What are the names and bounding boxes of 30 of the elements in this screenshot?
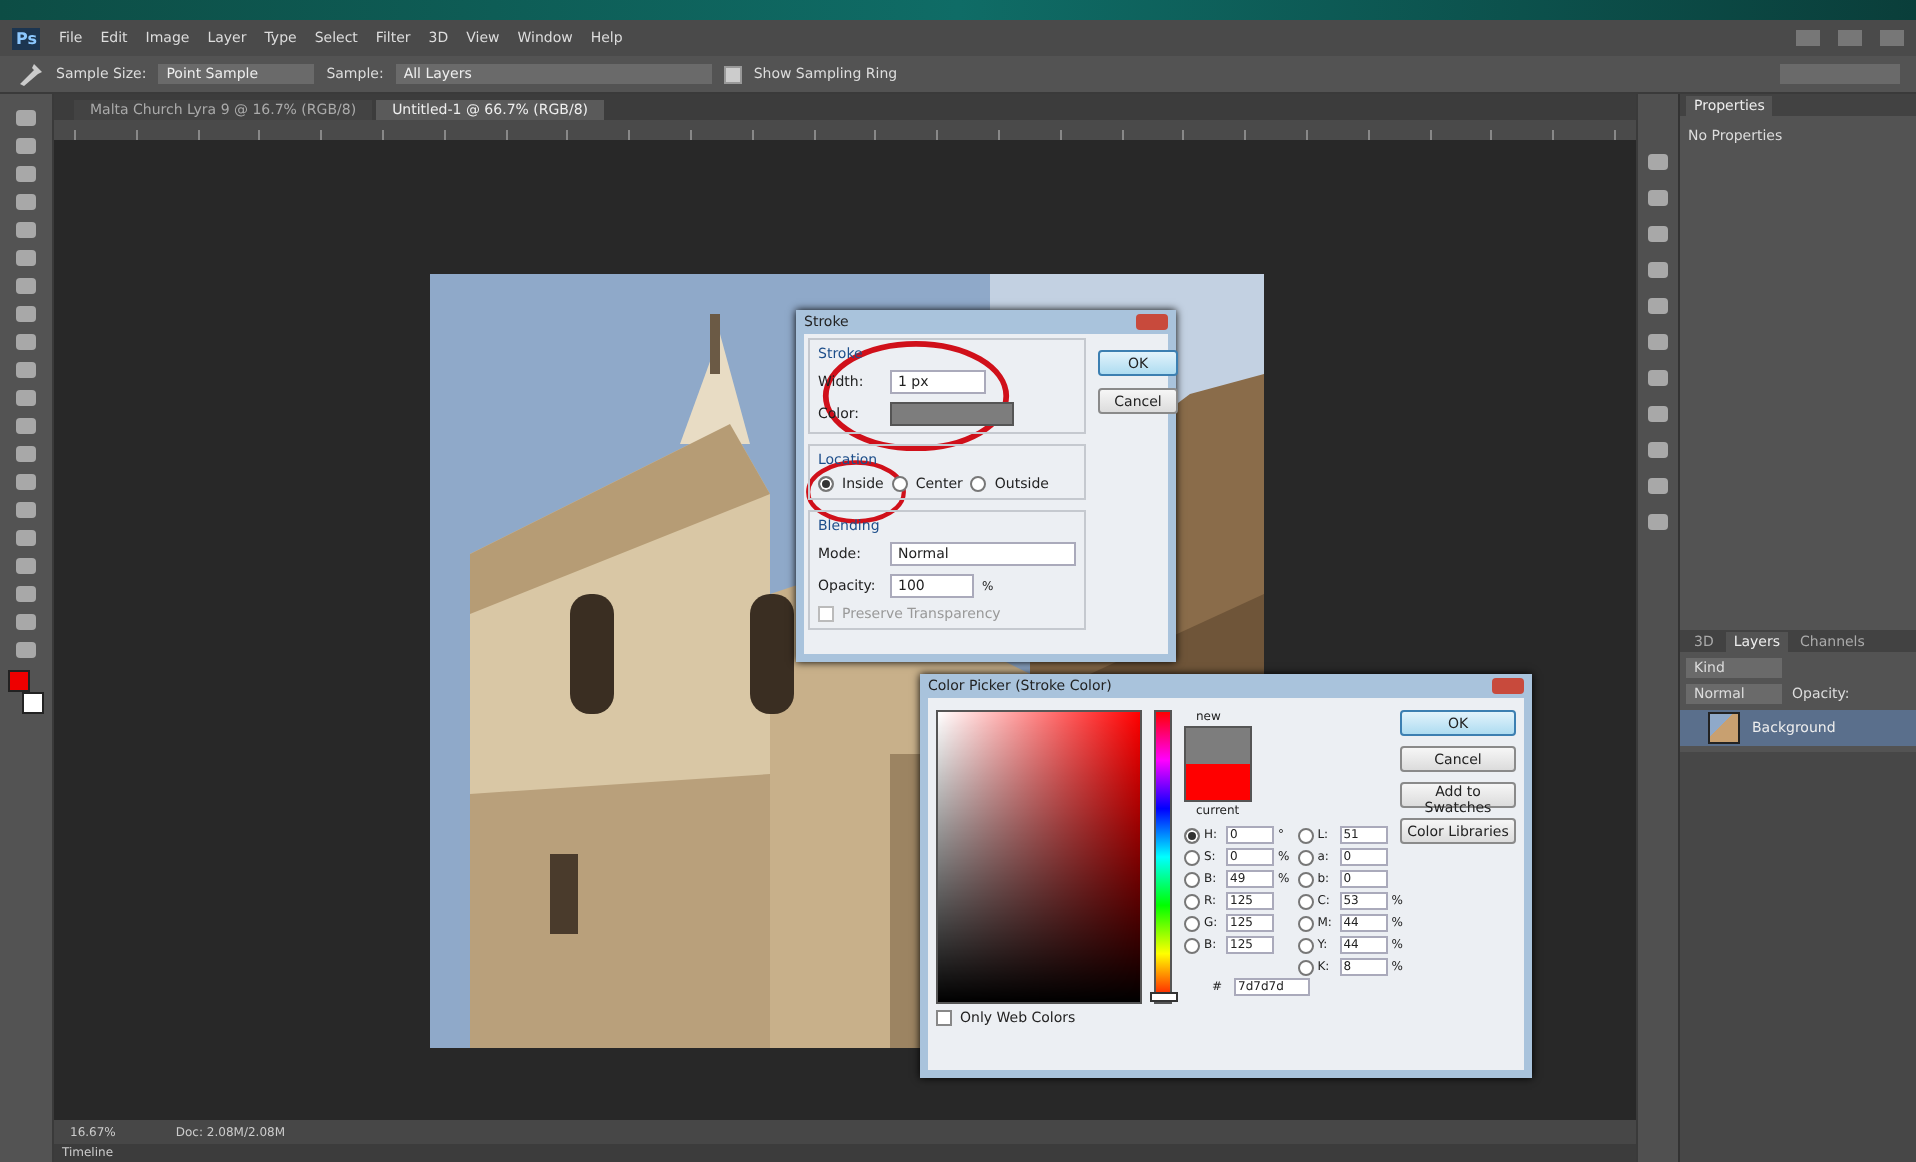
background-swatch[interactable] — [22, 692, 44, 714]
radio-button[interactable] — [1297, 849, 1314, 865]
radio-button[interactable] — [1184, 893, 1200, 909]
radio-button[interactable] — [1297, 959, 1314, 975]
radio-button[interactable] — [1184, 937, 1200, 953]
radio-button[interactable] — [891, 476, 908, 492]
color-swatch[interactable] — [890, 402, 1014, 426]
radio-button[interactable] — [1184, 915, 1200, 931]
layer-thumbnail — [1708, 712, 1740, 744]
color-field[interactable] — [936, 710, 1143, 1004]
hue-slider-handle[interactable] — [1150, 992, 1179, 1002]
radio-button[interactable] — [1297, 871, 1314, 887]
app-logo: Ps — [12, 27, 41, 49]
radio-button[interactable] — [1184, 849, 1200, 865]
eyedropper-icon[interactable] — [16, 62, 44, 86]
foreground-swatch[interactable] — [8, 670, 30, 692]
radio-button[interactable] — [1184, 827, 1200, 843]
close-button[interactable] — [1492, 678, 1524, 694]
checkbox[interactable] — [936, 1010, 952, 1026]
radio-button[interactable] — [1297, 893, 1314, 909]
close-button[interactable] — [1136, 314, 1168, 330]
color-preview — [1184, 726, 1252, 802]
radio-button[interactable] — [1184, 871, 1200, 887]
radio-button[interactable] — [1297, 937, 1314, 953]
radio-button[interactable] — [818, 476, 834, 492]
checkbox[interactable] — [723, 65, 742, 83]
radio-button[interactable] — [970, 476, 987, 492]
radio-button[interactable] — [1297, 915, 1314, 931]
radio-button[interactable] — [1297, 827, 1314, 843]
hue-slider[interactable] — [1154, 710, 1172, 1004]
